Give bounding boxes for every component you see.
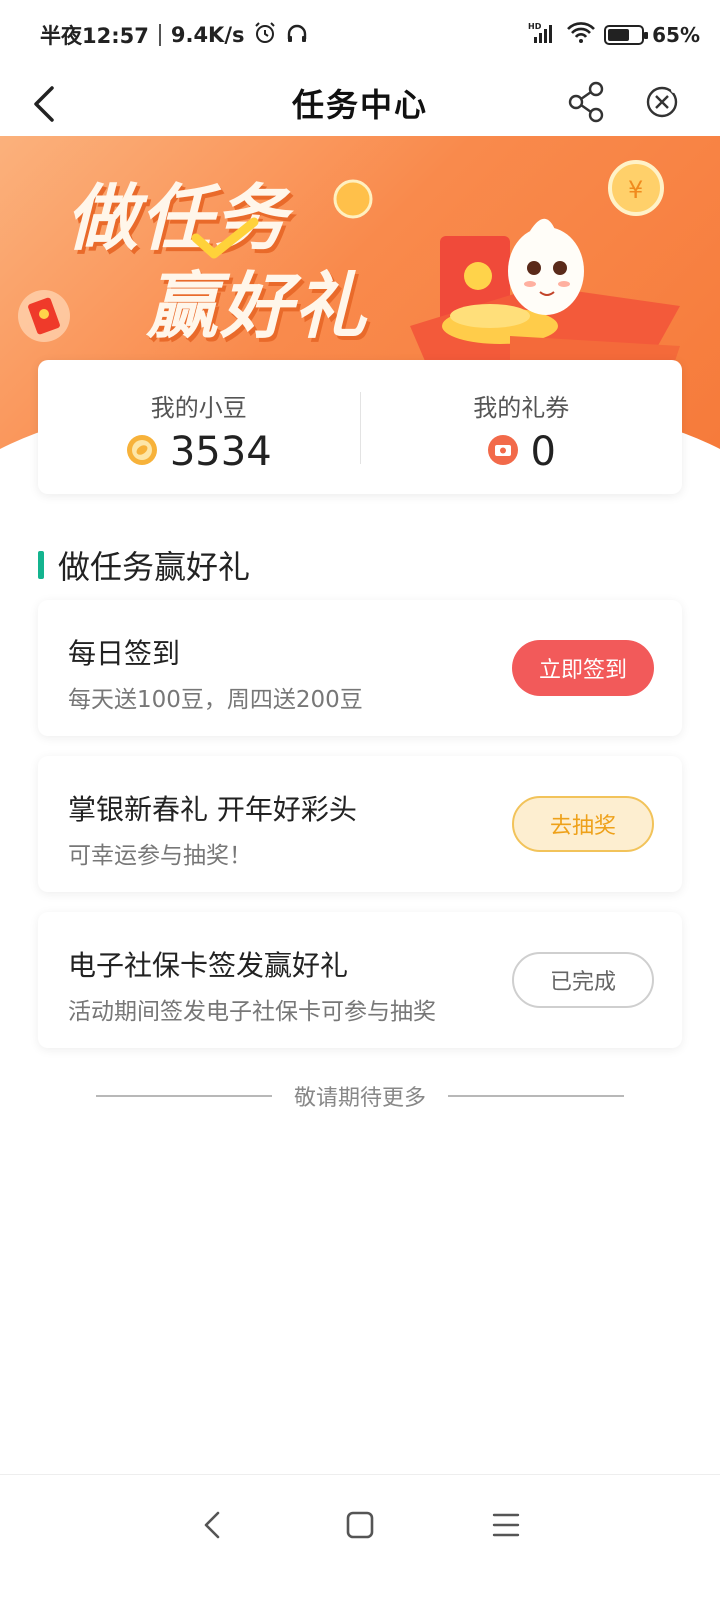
task-title: 掌银新春礼 开年好彩头 [68, 793, 357, 826]
section-accent-bar [38, 551, 44, 579]
summary-card: 我的小豆 3534 我的礼券 0 [38, 360, 682, 494]
checkmark-icon [191, 217, 259, 259]
task-card-social-security: 电子社保卡签发赢好礼 活动期间签发电子社保卡可参与抽奖 已完成 [38, 912, 682, 1048]
end-text: 敬请期待更多 [294, 1086, 427, 1111]
beans-value: 3534 [169, 429, 272, 475]
svg-text:¥: ¥ [628, 176, 643, 204]
back-arrow-icon[interactable] [26, 82, 66, 126]
section-header: 做任务赢好礼 [38, 540, 250, 590]
divider-line-right [448, 1095, 625, 1097]
task-desc: 可幸运参与抽奖！ [68, 843, 252, 869]
coupons-value: 0 [530, 429, 556, 475]
status-bar: 半夜12:57 9.4K/s HD 65% [0, 0, 720, 70]
status-right: HD 65% [528, 21, 700, 50]
battery-icon [604, 25, 649, 45]
task-title: 每日签到 [68, 637, 181, 670]
system-back-icon[interactable] [194, 1505, 234, 1545]
coupon-icon [487, 434, 519, 470]
beans-value-row: 3534 [126, 429, 272, 475]
battery-percent: 65% [652, 23, 700, 47]
headphones-icon [285, 21, 309, 50]
divider-line-left [96, 1095, 272, 1097]
section-title: 做任务赢好礼 [58, 548, 251, 586]
banner-line-2: 赢好礼 [146, 264, 369, 348]
system-nav-bar [0, 1474, 720, 1600]
status-net-speed: 9.4K/s [170, 23, 245, 47]
beans-summary[interactable]: 我的小豆 3534 [38, 360, 360, 494]
system-menu-icon[interactable] [486, 1505, 526, 1545]
bean-coin-icon [126, 434, 158, 470]
task-card-lottery: 掌银新春礼 开年好彩头 可幸运参与抽奖！ 去抽奖 [38, 756, 682, 892]
svg-text:HD: HD [528, 22, 542, 31]
coupons-value-row: 0 [487, 429, 556, 475]
close-circle-icon[interactable] [642, 82, 682, 122]
task-title: 电子社保卡签发赢好礼 [68, 949, 349, 982]
end-of-list-divider: 敬请期待更多 [96, 1076, 625, 1116]
task-desc: 活动期间签发电子社保卡可参与抽奖 [68, 999, 436, 1025]
signin-button[interactable]: 立即签到 [512, 640, 654, 696]
task-card-daily-signin: 每日签到 每天送100豆，周四送200豆 立即签到 [38, 600, 682, 736]
beans-label: 我的小豆 [150, 394, 247, 422]
status-left: 半夜12:57 9.4K/s [40, 20, 309, 50]
nav-bar: 任务中心 [0, 70, 720, 136]
alarm-icon [253, 21, 277, 50]
share-icon[interactable] [566, 80, 606, 124]
hd-signal-icon: HD [528, 21, 558, 50]
status-separator [158, 24, 161, 46]
page-title: 任务中心 [291, 86, 428, 124]
system-home-icon[interactable] [340, 1505, 380, 1545]
draw-button[interactable]: 去抽奖 [512, 796, 654, 852]
coupons-label: 我的礼券 [473, 394, 570, 422]
wifi-icon [566, 21, 596, 50]
red-envelope-icon [18, 290, 70, 342]
coupons-summary[interactable]: 我的礼券 0 [361, 360, 683, 494]
completed-button[interactable]: 已完成 [512, 952, 654, 1008]
status-time: 半夜12:57 [40, 24, 149, 48]
task-desc: 每天送100豆，周四送200豆 [68, 687, 363, 713]
